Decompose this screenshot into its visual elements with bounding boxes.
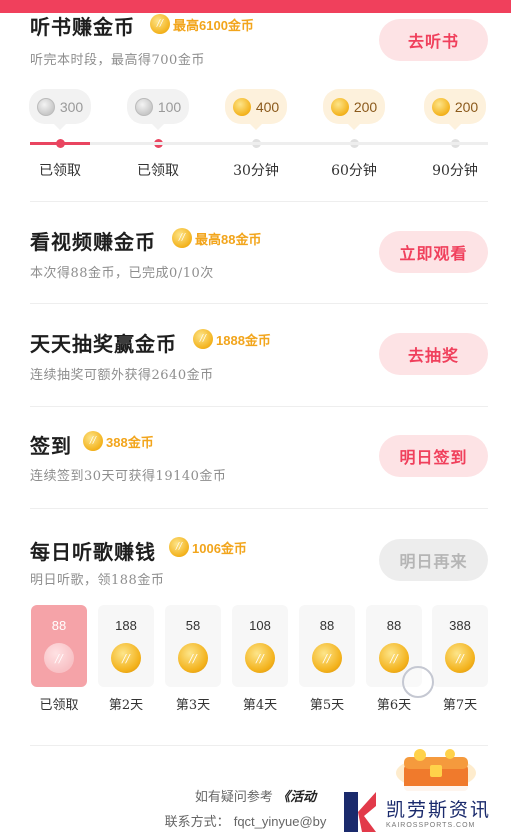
checkin-badge-text: 388金币 [106, 434, 154, 450]
coin-icon: // [445, 643, 475, 673]
video-button[interactable]: 立即观看 [379, 231, 488, 273]
watermark-subtitle: KAIROSSPORTS.COM [386, 821, 476, 829]
listen-button[interactable]: 去听书 [379, 19, 488, 61]
touch-indicator [402, 666, 434, 698]
watermark: 凯劳斯资讯 KAIROSSPORTS.COM [334, 786, 511, 837]
milestone-bubble: 100 [127, 89, 189, 130]
lottery-button[interactable]: 去抽奖 [379, 333, 488, 375]
coin-icon: // [83, 431, 103, 451]
milestone-bubble: 200 [323, 89, 385, 130]
day-card[interactable]: 88 // [299, 605, 355, 687]
checkin-title: 签到 [30, 434, 72, 458]
listen-subtitle: 听完本时段，最高得700金币 [30, 53, 205, 68]
milestone-bubble: 300 [29, 89, 91, 130]
music-badge-text: 1006金币 [192, 540, 247, 556]
lottery-badge-text: 1888金币 [216, 332, 271, 348]
video-badge-text: 最高88金币 [195, 231, 262, 247]
day-card-amount: 88 [51, 618, 67, 633]
day-label: 已领取 [39, 698, 79, 713]
milestone-amount: 200 [353, 98, 378, 115]
day-card-amount: 88 [386, 618, 402, 633]
coin-icon: // [172, 228, 192, 248]
music-subtitle: 明日听歌，领188金币 [30, 573, 165, 588]
coin-claimed-icon [36, 97, 55, 116]
listen-badge: // 最高6100金币 [150, 13, 254, 35]
milestone-label: 已领取 [137, 163, 179, 179]
coin-icon: // [193, 329, 213, 349]
watermark-logo-icon [344, 791, 376, 832]
day-label: 第7天 [442, 698, 478, 713]
day-card-amount: 58 [185, 618, 201, 633]
divider [30, 406, 488, 407]
coin-icon: // [111, 643, 141, 673]
footer-contact-value: fqct_yinyue@by [233, 814, 327, 829]
coin-icon: // [178, 643, 208, 673]
day-card[interactable]: 58 // [165, 605, 221, 687]
milestone-label: 60分钟 [331, 163, 377, 179]
music-title: 每日听歌赚钱 [30, 540, 156, 564]
checkin-button[interactable]: 明日签到 [379, 435, 488, 477]
video-title: 看视频赚金币 [30, 230, 156, 254]
watermark-title: 凯劳斯资讯 [386, 798, 492, 821]
day-card-amount: 188 [115, 618, 137, 633]
coin-claimed-icon [134, 97, 153, 116]
coin-icon: // [44, 643, 74, 673]
coin-icon [232, 97, 251, 116]
milestone-amount: 200 [454, 98, 479, 115]
day-label: 第6天 [376, 698, 412, 713]
day-card-amount: 108 [249, 618, 271, 633]
listen-progress-fill [30, 142, 90, 145]
coin-icon: // [245, 643, 275, 673]
day-card[interactable]: 188 // [98, 605, 154, 687]
activity-rules-link[interactable]: 《活动 [277, 790, 316, 805]
music-button[interactable]: 明日再来 [379, 539, 488, 581]
milestone-bubble: 400 [225, 89, 287, 130]
coin-icon: // [169, 537, 189, 557]
lottery-title: 天天抽奖赢金币 [30, 332, 177, 356]
milestone-amount: 400 [255, 98, 280, 115]
coin-icon: // [312, 643, 342, 673]
milestone-label: 30分钟 [233, 163, 279, 179]
checkin-subtitle: 连续签到30天可获得19140金币 [30, 469, 227, 484]
day-card-amount: 388 [449, 618, 471, 633]
day-card-amount: 88 [319, 618, 335, 633]
divider [30, 201, 488, 202]
footer-help-prefix: 如有疑问参考 [194, 790, 273, 805]
day-card[interactable]: 88 // [31, 605, 87, 687]
milestone-amount: 300 [59, 98, 84, 115]
day-card[interactable]: 388 // [432, 605, 488, 687]
lottery-subtitle: 连续抽奖可额外获得2640金币 [30, 368, 214, 383]
listen-progress-track [30, 142, 488, 145]
music-badge: // 1006金币 [169, 536, 247, 558]
day-label: 第4天 [242, 698, 278, 713]
milestone-label: 90分钟 [432, 163, 478, 179]
checkin-badge: // 388金币 [83, 430, 154, 452]
milestone-label: 已领取 [39, 163, 81, 179]
coin-icon [330, 97, 349, 116]
day-label: 第2天 [108, 698, 144, 713]
milestone-amount: 100 [157, 98, 182, 115]
video-badge: // 最高88金币 [172, 227, 261, 249]
coin-icon [431, 97, 450, 116]
listen-badge-text: 最高6100金币 [173, 17, 254, 33]
milestone-bubble: 200 [424, 89, 486, 130]
video-subtitle: 本次得88金币，已完成0/10次 [30, 266, 214, 281]
day-card[interactable]: 108 // [232, 605, 288, 687]
day-label: 第3天 [175, 698, 211, 713]
lottery-badge: // 1888金币 [193, 328, 271, 350]
day-label: 第5天 [309, 698, 345, 713]
coin-icon: // [379, 643, 409, 673]
coin-icon: // [150, 14, 170, 34]
divider [30, 508, 488, 509]
footer-contact-prefix: 联系方式： [164, 815, 230, 830]
listen-title: 听书赚金币 [30, 15, 135, 39]
divider [30, 303, 488, 304]
